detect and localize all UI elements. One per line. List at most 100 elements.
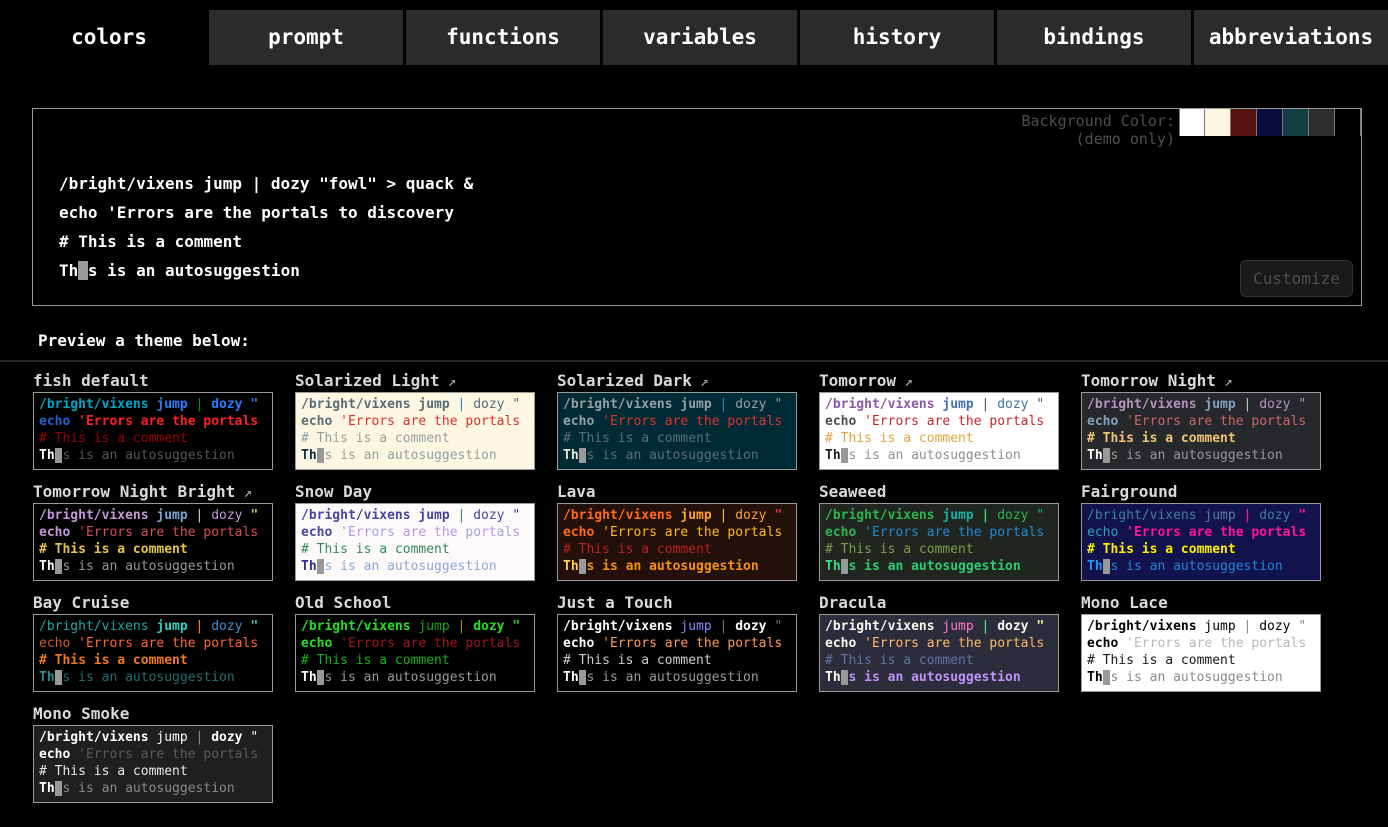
token: Th [825,559,841,574]
external-link-icon[interactable]: ↗ [440,374,457,390]
token: echo [301,636,332,651]
theme-cell-snow-day: Snow Day/bright/vixens jump | dozy "echo… [295,482,557,593]
theme-card-just-a-touch[interactable]: /bright/vixens jump | dozy "echo 'Errors… [557,614,797,692]
token: dozy [1259,619,1290,634]
token: " [250,730,258,745]
token: echo [825,414,856,429]
tab-functions[interactable]: functions [406,10,600,65]
tab-history[interactable]: history [800,10,994,65]
theme-card-snow-day[interactable]: /bright/vixens jump | dozy "echo 'Errors… [295,503,535,581]
background-swatch-5[interactable] [1309,109,1335,136]
theme-line-error: echo 'Errors are the portals [563,413,796,430]
background-swatch-4[interactable] [1283,109,1309,136]
theme-card-solarized-light[interactable]: /bright/vixens jump | dozy "echo 'Errors… [295,392,535,470]
theme-card-lava[interactable]: /bright/vixens jump | dozy "echo 'Errors… [557,503,797,581]
theme-line-comment: # This is a comment [563,652,796,669]
background-swatch-6[interactable] [1335,109,1361,136]
external-link-icon[interactable]: ↗ [896,374,913,390]
background-color-label: Background Color: (demo only) [1021,112,1175,148]
theme-card-dracula[interactable]: /bright/vixens jump | dozy "echo 'Errors… [819,614,1059,692]
token: # This is a comment [39,542,188,557]
token: dozy [735,619,766,634]
token: Th [825,670,841,685]
token: jump [1204,619,1235,634]
token: " [250,508,258,523]
theme-line-command: /bright/vixens jump | dozy " [563,396,796,413]
cursor-block: i [78,261,88,280]
token: Th [301,670,317,685]
background-color-label-line1: Background Color: [1021,112,1175,130]
token: /bright/vixens [1087,397,1197,412]
theme-cell-tomorrow: Tomorrow ↗/bright/vixens jump | dozy "ec… [819,371,1081,482]
theme-card-mono-smoke[interactable]: /bright/vixens jump | dozy "echo 'Errors… [33,725,273,803]
theme-line-error: echo 'Errors are the portals [825,524,1058,541]
token: /bright/vixens [301,508,411,523]
autosuggestion-prefix: Th [59,261,78,280]
external-link-icon[interactable]: ↗ [1216,374,1233,390]
theme-card-solarized-dark[interactable]: /bright/vixens jump | dozy "echo 'Errors… [557,392,797,470]
theme-card-mono-lace[interactable]: /bright/vixens jump | dozy "echo 'Errors… [1081,614,1321,692]
theme-title-tomorrow[interactable]: Tomorrow ↗ [819,371,1081,392]
theme-line-error: echo 'Errors are the portals [39,746,272,763]
theme-line-comment: # This is a comment [39,541,272,558]
tab-prompt[interactable]: prompt [209,10,403,65]
tab-colors[interactable]: colors [12,10,206,65]
token: # This is a comment [301,653,450,668]
theme-line-comment: # This is a comment [39,763,272,780]
token: " [1036,397,1044,412]
token: echo [39,747,70,762]
token: jump [156,508,187,523]
background-swatch-2[interactable] [1231,109,1257,136]
theme-card-fish-default[interactable]: /bright/vixens jump | dozy "echo 'Errors… [33,392,273,470]
token: /bright/vixens [825,397,935,412]
theme-line-command: /bright/vixens jump | dozy " [39,618,272,635]
token: s is an autosuggestion [324,448,496,463]
token: /bright/vixens [563,397,673,412]
background-swatch-3[interactable] [1257,109,1283,136]
token: " [774,397,782,412]
token: jump [418,508,449,523]
tab-variables[interactable]: variables [603,10,797,65]
tab-bindings[interactable]: bindings [997,10,1191,65]
theme-title-tomorrow-night-bright[interactable]: Tomorrow Night Bright ↗ [33,482,295,503]
theme-title-dracula: Dracula [819,593,1081,614]
theme-title-solarized-dark[interactable]: Solarized Dark ↗ [557,371,819,392]
autosuggestion-text: s is an autosuggestion [88,261,300,280]
external-link-icon[interactable]: ↗ [235,485,252,501]
token: # This is a comment [1087,542,1236,557]
theme-card-fairground[interactable]: /bright/vixens jump | dozy "echo 'Errors… [1081,503,1321,581]
theme-card-tomorrow-night[interactable]: /bright/vixens jump | dozy "echo 'Errors… [1081,392,1321,470]
token: 'Errors are the portals [864,525,1044,540]
theme-card-bay-cruise[interactable]: /bright/vixens jump | dozy "echo 'Errors… [33,614,273,692]
theme-card-tomorrow[interactable]: /bright/vixens jump | dozy "echo 'Errors… [819,392,1059,470]
token: echo [1087,525,1118,540]
token: | [982,397,990,412]
token: jump [1204,508,1235,523]
background-swatch-1[interactable] [1205,109,1231,136]
theme-line-error: echo 'Errors are the portals [1087,413,1320,430]
external-link-icon[interactable]: ↗ [692,374,709,390]
theme-card-old-school[interactable]: /bright/vixens jump | dozy "echo 'Errors… [295,614,535,692]
token: dozy [473,619,504,634]
customize-button[interactable]: Customize [1240,260,1353,297]
theme-card-tomorrow-night-bright[interactable]: /bright/vixens jump | dozy "echo 'Errors… [33,503,273,581]
token: /bright/vixens [563,619,673,634]
token: echo [1087,636,1118,651]
token: dozy [997,508,1028,523]
theme-title-tomorrow-night[interactable]: Tomorrow Night ↗ [1081,371,1343,392]
token: Th [39,448,55,463]
token: /bright/vixens [563,508,673,523]
tab-abbreviations[interactable]: abbreviations [1194,10,1388,65]
theme-title-mono-smoke: Mono Smoke [33,704,295,725]
background-swatch-0[interactable] [1179,109,1205,136]
token: s is an autosuggestion [848,559,1020,574]
theme-card-seaweed[interactable]: /bright/vixens jump | dozy "echo 'Errors… [819,503,1059,581]
theme-title-solarized-light[interactable]: Solarized Light ↗ [295,371,557,392]
token: jump [680,397,711,412]
token: " [1298,619,1306,634]
token: " [1298,508,1306,523]
token: /bright/vixens [301,619,411,634]
token: " [1036,619,1044,634]
token: | [458,619,466,634]
theme-title-seaweed: Seaweed [819,482,1081,503]
